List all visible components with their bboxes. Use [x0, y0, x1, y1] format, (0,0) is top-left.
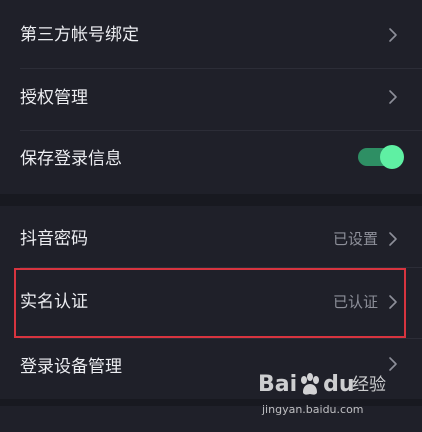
- settings-item-label: 抖音密码: [20, 229, 88, 249]
- save-login-toggle[interactable]: [358, 145, 404, 169]
- settings-item-douyin-password[interactable]: 抖音密码 已设置: [0, 206, 422, 268]
- baidu-paw-icon: [301, 373, 320, 395]
- settings-item-value: 已认证: [332, 293, 378, 311]
- settings-item-save-login: 保存登录信息: [0, 131, 422, 191]
- chevron-right-icon: [389, 232, 397, 246]
- settings-item-third-party-binding[interactable]: 第三方帐号绑定: [0, 0, 422, 70]
- watermark-suffix: 经验: [352, 375, 386, 395]
- settings-item-label: 授权管理: [20, 88, 88, 108]
- settings-screen: 第三方帐号绑定 授权管理 保存登录信息 抖音密码 已设置 实名认证 已认证 登录…: [0, 0, 422, 432]
- settings-item-real-name-verification[interactable]: 实名认证 已认证: [0, 268, 422, 336]
- chevron-right-icon: [389, 295, 397, 309]
- watermark: Bai du 经验 jingyan.baidu.com: [258, 368, 408, 426]
- settings-item-label: 第三方帐号绑定: [20, 25, 139, 45]
- watermark-brand-right: du: [323, 372, 355, 397]
- settings-item-label: 保存登录信息: [20, 149, 122, 169]
- watermark-url: jingyan.baidu.com: [262, 403, 364, 416]
- chevron-right-icon: [389, 28, 397, 42]
- settings-item-authorization[interactable]: 授权管理: [0, 69, 422, 131]
- settings-item-label: 登录设备管理: [20, 357, 122, 377]
- settings-item-label: 实名认证: [20, 292, 88, 312]
- watermark-brand: Bai du: [258, 370, 355, 400]
- chevron-right-icon: [389, 90, 397, 104]
- section-divider: [0, 194, 422, 206]
- watermark-brand-left: Bai: [258, 372, 298, 397]
- settings-item-value: 已设置: [332, 230, 378, 248]
- toggle-knob: [380, 145, 404, 169]
